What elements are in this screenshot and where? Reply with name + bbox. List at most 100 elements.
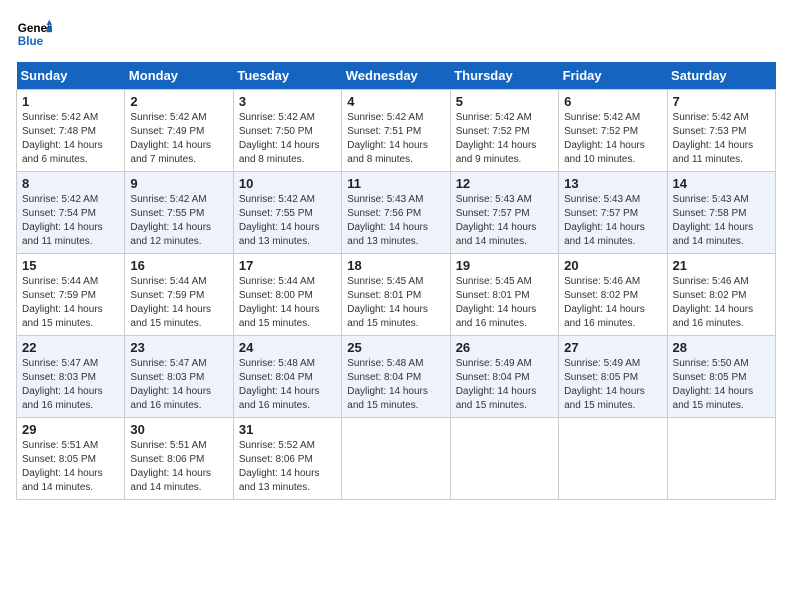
calendar-cell: 6 Sunrise: 5:42 AM Sunset: 7:52 PM Dayli… (559, 90, 667, 172)
cell-info: Sunrise: 5:45 AM Sunset: 8:01 PM Dayligh… (456, 275, 553, 331)
cell-day-number: 6 (564, 94, 661, 109)
day-header-saturday: Saturday (667, 62, 775, 90)
cell-day-number: 24 (239, 340, 336, 355)
cell-day-number: 28 (673, 340, 770, 355)
cell-day-number: 10 (239, 176, 336, 191)
cell-info: Sunrise: 5:48 AM Sunset: 8:04 PM Dayligh… (239, 357, 336, 413)
cell-info: Sunrise: 5:52 AM Sunset: 8:06 PM Dayligh… (239, 439, 336, 495)
calendar-cell (667, 418, 775, 500)
calendar-cell: 10 Sunrise: 5:42 AM Sunset: 7:55 PM Dayl… (233, 172, 341, 254)
cell-day-number: 11 (347, 176, 444, 191)
calendar-cell: 3 Sunrise: 5:42 AM Sunset: 7:50 PM Dayli… (233, 90, 341, 172)
calendar-cell: 11 Sunrise: 5:43 AM Sunset: 7:56 PM Dayl… (342, 172, 450, 254)
cell-day-number: 2 (130, 94, 227, 109)
cell-day-number: 3 (239, 94, 336, 109)
calendar-cell: 27 Sunrise: 5:49 AM Sunset: 8:05 PM Dayl… (559, 336, 667, 418)
cell-day-number: 15 (22, 258, 119, 273)
day-header-wednesday: Wednesday (342, 62, 450, 90)
cell-info: Sunrise: 5:42 AM Sunset: 7:53 PM Dayligh… (673, 111, 770, 167)
cell-info: Sunrise: 5:44 AM Sunset: 7:59 PM Dayligh… (22, 275, 119, 331)
day-header-sunday: Sunday (17, 62, 125, 90)
calendar-cell: 2 Sunrise: 5:42 AM Sunset: 7:49 PM Dayli… (125, 90, 233, 172)
calendar-cell: 19 Sunrise: 5:45 AM Sunset: 8:01 PM Dayl… (450, 254, 558, 336)
svg-text:Blue: Blue (18, 35, 44, 48)
calendar-cell (342, 418, 450, 500)
calendar-cell: 18 Sunrise: 5:45 AM Sunset: 8:01 PM Dayl… (342, 254, 450, 336)
logo-icon: General Blue (16, 16, 52, 52)
cell-day-number: 8 (22, 176, 119, 191)
cell-info: Sunrise: 5:48 AM Sunset: 8:04 PM Dayligh… (347, 357, 444, 413)
cell-info: Sunrise: 5:51 AM Sunset: 8:05 PM Dayligh… (22, 439, 119, 495)
calendar-cell: 31 Sunrise: 5:52 AM Sunset: 8:06 PM Dayl… (233, 418, 341, 500)
cell-info: Sunrise: 5:47 AM Sunset: 8:03 PM Dayligh… (130, 357, 227, 413)
cell-info: Sunrise: 5:42 AM Sunset: 7:50 PM Dayligh… (239, 111, 336, 167)
calendar-cell: 17 Sunrise: 5:44 AM Sunset: 8:00 PM Dayl… (233, 254, 341, 336)
cell-day-number: 25 (347, 340, 444, 355)
cell-day-number: 14 (673, 176, 770, 191)
cell-info: Sunrise: 5:44 AM Sunset: 7:59 PM Dayligh… (130, 275, 227, 331)
cell-day-number: 7 (673, 94, 770, 109)
cell-day-number: 27 (564, 340, 661, 355)
cell-info: Sunrise: 5:42 AM Sunset: 7:55 PM Dayligh… (239, 193, 336, 249)
cell-info: Sunrise: 5:43 AM Sunset: 7:56 PM Dayligh… (347, 193, 444, 249)
calendar-cell: 16 Sunrise: 5:44 AM Sunset: 7:59 PM Dayl… (125, 254, 233, 336)
cell-day-number: 21 (673, 258, 770, 273)
cell-info: Sunrise: 5:42 AM Sunset: 7:52 PM Dayligh… (564, 111, 661, 167)
logo: General Blue (16, 16, 52, 52)
cell-day-number: 18 (347, 258, 444, 273)
cell-day-number: 5 (456, 94, 553, 109)
calendar-cell: 20 Sunrise: 5:46 AM Sunset: 8:02 PM Dayl… (559, 254, 667, 336)
day-header-tuesday: Tuesday (233, 62, 341, 90)
cell-day-number: 22 (22, 340, 119, 355)
cell-info: Sunrise: 5:49 AM Sunset: 8:05 PM Dayligh… (564, 357, 661, 413)
day-header-thursday: Thursday (450, 62, 558, 90)
cell-day-number: 23 (130, 340, 227, 355)
calendar-cell: 25 Sunrise: 5:48 AM Sunset: 8:04 PM Dayl… (342, 336, 450, 418)
calendar-cell: 14 Sunrise: 5:43 AM Sunset: 7:58 PM Dayl… (667, 172, 775, 254)
calendar-cell: 13 Sunrise: 5:43 AM Sunset: 7:57 PM Dayl… (559, 172, 667, 254)
calendar-cell: 8 Sunrise: 5:42 AM Sunset: 7:54 PM Dayli… (17, 172, 125, 254)
calendar-cell: 28 Sunrise: 5:50 AM Sunset: 8:05 PM Dayl… (667, 336, 775, 418)
day-header-friday: Friday (559, 62, 667, 90)
calendar-cell: 7 Sunrise: 5:42 AM Sunset: 7:53 PM Dayli… (667, 90, 775, 172)
cell-info: Sunrise: 5:43 AM Sunset: 7:57 PM Dayligh… (564, 193, 661, 249)
calendar-cell: 4 Sunrise: 5:42 AM Sunset: 7:51 PM Dayli… (342, 90, 450, 172)
cell-day-number: 31 (239, 422, 336, 437)
cell-info: Sunrise: 5:46 AM Sunset: 8:02 PM Dayligh… (564, 275, 661, 331)
calendar-cell: 26 Sunrise: 5:49 AM Sunset: 8:04 PM Dayl… (450, 336, 558, 418)
cell-day-number: 4 (347, 94, 444, 109)
cell-info: Sunrise: 5:42 AM Sunset: 7:49 PM Dayligh… (130, 111, 227, 167)
cell-day-number: 29 (22, 422, 119, 437)
calendar-cell: 21 Sunrise: 5:46 AM Sunset: 8:02 PM Dayl… (667, 254, 775, 336)
cell-day-number: 26 (456, 340, 553, 355)
cell-info: Sunrise: 5:50 AM Sunset: 8:05 PM Dayligh… (673, 357, 770, 413)
cell-info: Sunrise: 5:42 AM Sunset: 7:55 PM Dayligh… (130, 193, 227, 249)
cell-info: Sunrise: 5:44 AM Sunset: 8:00 PM Dayligh… (239, 275, 336, 331)
calendar-cell: 5 Sunrise: 5:42 AM Sunset: 7:52 PM Dayli… (450, 90, 558, 172)
calendar-cell: 23 Sunrise: 5:47 AM Sunset: 8:03 PM Dayl… (125, 336, 233, 418)
calendar-cell: 9 Sunrise: 5:42 AM Sunset: 7:55 PM Dayli… (125, 172, 233, 254)
cell-info: Sunrise: 5:42 AM Sunset: 7:48 PM Dayligh… (22, 111, 119, 167)
calendar-cell: 30 Sunrise: 5:51 AM Sunset: 8:06 PM Dayl… (125, 418, 233, 500)
cell-day-number: 19 (456, 258, 553, 273)
calendar-cell (559, 418, 667, 500)
calendar-cell: 15 Sunrise: 5:44 AM Sunset: 7:59 PM Dayl… (17, 254, 125, 336)
cell-day-number: 13 (564, 176, 661, 191)
day-header-monday: Monday (125, 62, 233, 90)
cell-day-number: 30 (130, 422, 227, 437)
calendar-cell: 22 Sunrise: 5:47 AM Sunset: 8:03 PM Dayl… (17, 336, 125, 418)
cell-info: Sunrise: 5:49 AM Sunset: 8:04 PM Dayligh… (456, 357, 553, 413)
calendar-cell: 12 Sunrise: 5:43 AM Sunset: 7:57 PM Dayl… (450, 172, 558, 254)
cell-info: Sunrise: 5:51 AM Sunset: 8:06 PM Dayligh… (130, 439, 227, 495)
cell-info: Sunrise: 5:47 AM Sunset: 8:03 PM Dayligh… (22, 357, 119, 413)
calendar-cell (450, 418, 558, 500)
cell-day-number: 12 (456, 176, 553, 191)
cell-info: Sunrise: 5:42 AM Sunset: 7:51 PM Dayligh… (347, 111, 444, 167)
cell-day-number: 16 (130, 258, 227, 273)
cell-info: Sunrise: 5:43 AM Sunset: 7:58 PM Dayligh… (673, 193, 770, 249)
cell-day-number: 9 (130, 176, 227, 191)
cell-day-number: 20 (564, 258, 661, 273)
calendar-cell: 24 Sunrise: 5:48 AM Sunset: 8:04 PM Dayl… (233, 336, 341, 418)
cell-info: Sunrise: 5:42 AM Sunset: 7:52 PM Dayligh… (456, 111, 553, 167)
calendar-cell: 1 Sunrise: 5:42 AM Sunset: 7:48 PM Dayli… (17, 90, 125, 172)
